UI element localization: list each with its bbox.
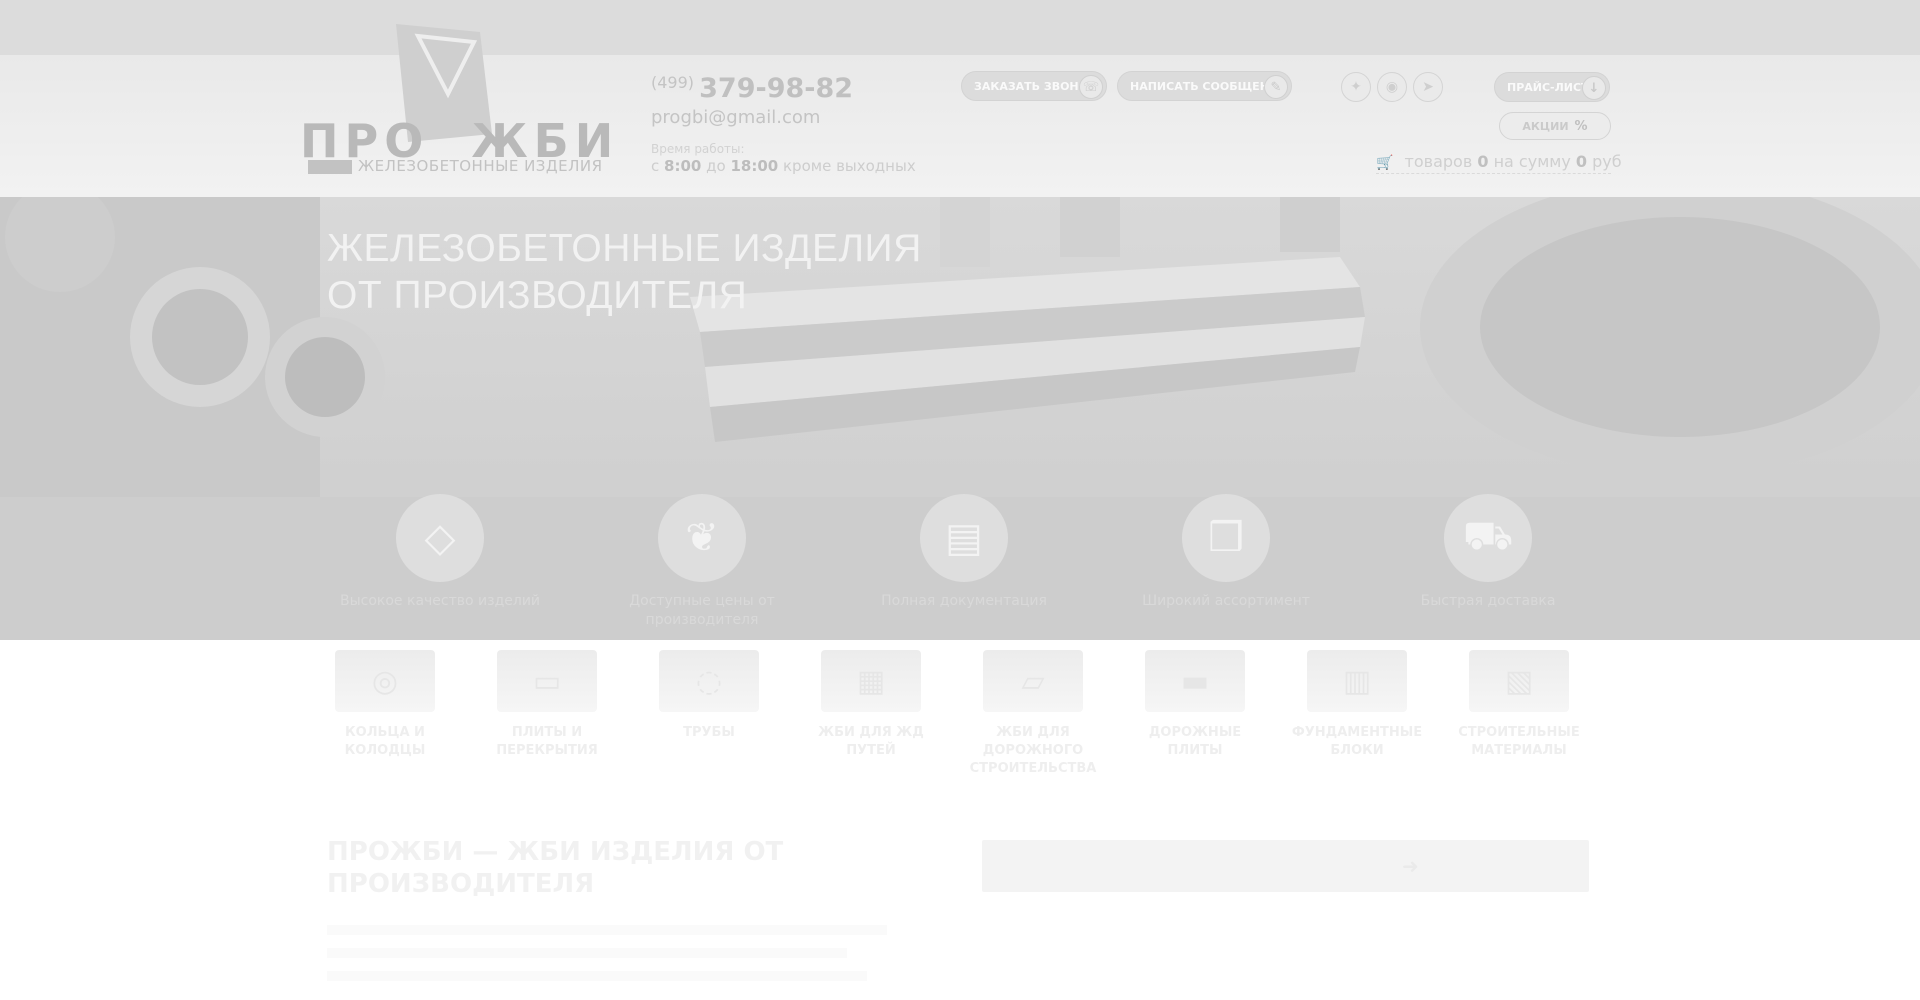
category-item[interactable]: ▬ Дорожные плиты <box>1120 650 1270 760</box>
feature-label: Полная документация <box>881 593 1047 609</box>
ok-icon[interactable]: ◉ <box>1377 72 1407 102</box>
category-item[interactable]: ▦ ЖБИ для ЖД путей <box>796 650 946 760</box>
call-request-button[interactable]: Заказать звонок ☏ <box>961 71 1107 101</box>
category-item[interactable]: ◌ Трубы <box>634 650 784 742</box>
arrow-right-icon: ➜ <box>1402 854 1419 878</box>
category-label: Кольца и колодцы <box>344 725 426 758</box>
features-row: ◇ Высокое качество изделий ❦ Доступные ц… <box>300 494 1620 628</box>
diamond-icon: ◇ <box>396 494 484 582</box>
category-item[interactable]: ◎ Кольца и колодцы <box>310 650 460 760</box>
category-label: Фундаментные блоки <box>1291 725 1423 758</box>
pipes-icon: ◌ <box>659 650 759 712</box>
pencil-icon: ✎ <box>1264 75 1288 99</box>
download-icon: ↓ <box>1582 76 1606 100</box>
feature-delivery: ⛟ Быстрая доставка <box>1378 494 1598 611</box>
about-title: ПРОЖБИ — ЖБИ ИЗДЕЛИЯ ОТ ПРОИЗВОДИТЕЛЯ <box>327 837 784 899</box>
percent-icon: % <box>1574 118 1588 134</box>
site-header: ПРО ЖБИ ЖЕЛЕЗОБЕТОННЫЕ ИЗДЕЛИЯ (499) 379-… <box>0 24 1920 197</box>
logo-tagline: ЖЕЛЕЗОБЕТОННЫЕ ИЗДЕЛИЯ <box>358 157 603 175</box>
promo-label: Акции <box>1522 119 1569 133</box>
category-label: Плиты и перекрытия <box>496 725 598 758</box>
working-hours: с 8:00 до 18:00 кроме выходных <box>651 157 916 175</box>
logo-bar <box>308 160 352 174</box>
hero-banner: ЖЕЛЕЗОБЕТОННЫЕ ИЗДЕЛИЯ ОТ ПРОИЗВОДИТЕЛЯ … <box>0 197 1920 640</box>
contacts-block: (499) 379-98-82 progbi@gmail.com Время р… <box>651 73 951 175</box>
top-strip <box>0 0 1920 55</box>
foundation-icon: ▥ <box>1307 650 1407 712</box>
feature-quality: ◇ Высокое качество изделий <box>330 494 550 611</box>
hours-label: Время работы: <box>651 142 745 156</box>
category-label: ЖБИ для дорожного строительства <box>969 725 1097 776</box>
feature-label: Доступные цены от производителя <box>629 593 775 628</box>
category-label: Трубы <box>683 725 735 740</box>
blocks-icon: ▦ <box>821 650 921 712</box>
feature-label: Широкий ассортимент <box>1142 593 1310 609</box>
category-label: Дорожные плиты <box>1148 725 1242 758</box>
request-form[interactable]: ➜ <box>982 840 1589 892</box>
cart-items-count: 0 <box>1477 152 1489 171</box>
hands-money-icon: ❦ <box>658 494 746 582</box>
price-list-button[interactable]: Прайс-лист ↓ <box>1494 72 1610 102</box>
category-item[interactable]: ▱ ЖБИ для дорожного строительства <box>958 650 1108 778</box>
slabs-icon: ▭ <box>497 650 597 712</box>
truck-icon: ⛟ <box>1444 494 1532 582</box>
write-message-label: Написать сообщение <box>1130 79 1286 93</box>
promo-button[interactable]: Акции % <box>1499 112 1611 140</box>
feature-label: Быстрая доставка <box>1420 593 1556 609</box>
email-link[interactable]: progbi@gmail.com <box>651 107 951 128</box>
telegram-icon[interactable]: ➤ <box>1413 72 1443 102</box>
category-menu: ◎ Кольца и колодцы ▭ Плиты и перекрытия … <box>310 650 1610 776</box>
phone-code: (499) <box>651 73 695 92</box>
feature-documents: ▤ Полная документация <box>854 494 1074 611</box>
phone[interactable]: (499) 379-98-82 <box>651 73 951 104</box>
feature-label: Высокое качество изделий <box>339 593 541 609</box>
phone-icon: ☏ <box>1079 75 1103 99</box>
road-icon: ▱ <box>983 650 1083 712</box>
vk-icon[interactable]: ✦ <box>1341 72 1371 102</box>
about-text-line <box>327 948 847 958</box>
category-label: Строительные материалы <box>1458 725 1580 758</box>
feature-assortment: ❒ Широкий ассортимент <box>1116 494 1336 611</box>
documents-icon: ▤ <box>920 494 1008 582</box>
cart-sum: 0 <box>1575 152 1588 171</box>
category-item[interactable]: ▭ Плиты и перекрытия <box>472 650 622 760</box>
curb-icon: ▬ <box>1145 650 1245 712</box>
phone-number: 379-98-82 <box>699 73 854 104</box>
write-message-button[interactable]: Написать сообщение ✎ <box>1117 71 1292 101</box>
rings-icon: ◎ <box>335 650 435 712</box>
box-icon: ❒ <box>1182 494 1270 582</box>
feature-prices: ❦ Доступные цены от производителя <box>592 494 812 630</box>
category-label: ЖБИ для ЖД путей <box>818 725 924 758</box>
category-item[interactable]: ▧ Строительные материалы <box>1444 650 1594 760</box>
materials-icon: ▧ <box>1469 650 1569 712</box>
cart-icon: 🛒 <box>1376 155 1394 171</box>
about-text-line <box>327 925 887 935</box>
price-list-label: Прайс-лист <box>1507 80 1589 94</box>
category-item[interactable]: ▥ Фундаментные блоки <box>1282 650 1432 760</box>
hero-title: ЖЕЛЕЗОБЕТОННЫЕ ИЗДЕЛИЯ ОТ ПРОИЗВОДИТЕЛЯ <box>327 227 922 317</box>
site-logo[interactable]: ПРО ЖБИ ЖЕЛЕЗОБЕТОННЫЕ ИЗДЕЛИЯ <box>300 14 613 184</box>
cart-summary[interactable]: 🛒 товаров 0 на сумму 0 руб <box>1376 152 1622 174</box>
about-text-line <box>327 971 867 981</box>
